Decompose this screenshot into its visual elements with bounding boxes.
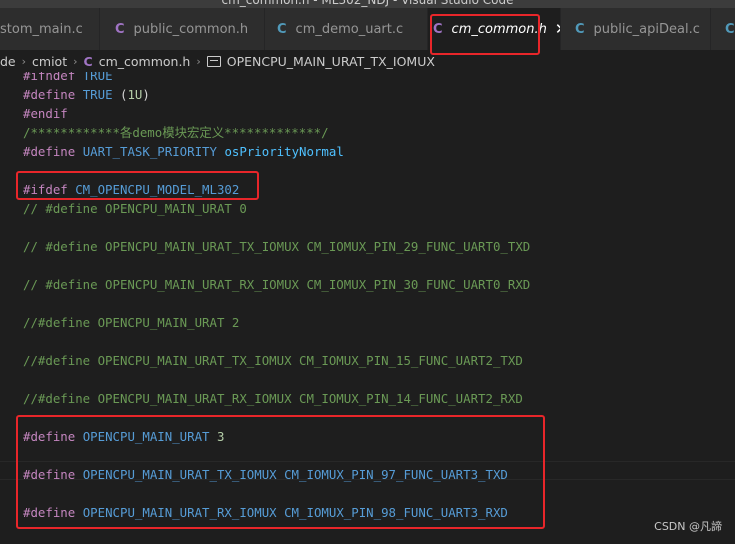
c-file-icon: C	[725, 21, 735, 37]
tab-label: stom_main.c	[0, 21, 83, 37]
tab-overflow[interactable]: C	[711, 8, 735, 50]
tab-public-common[interactable]: C public_common.h	[100, 8, 265, 50]
code-line: /************各demo模块宏定义*************/	[23, 123, 329, 142]
code-token: //#define OPENCPU_MAIN_URAT_RX_IOMUX CM_…	[23, 391, 523, 406]
breadcrumb-item-cmiot[interactable]: cmiot	[32, 54, 67, 69]
code-token: UART_TASK_PRIORITY	[82, 144, 225, 159]
constant-symbol-icon	[206, 55, 221, 67]
c-file-icon: C	[277, 21, 287, 37]
code-token: // #define OPENCPU_MAIN_URAT 0	[23, 201, 247, 216]
code-token: )	[142, 87, 150, 102]
code-token: // #define OPENCPU_MAIN_URAT_TX_IOMUX CM…	[23, 239, 531, 254]
tab-label: cm_demo_uart.c	[295, 21, 404, 37]
chevron-right-icon: ›	[196, 54, 201, 68]
window-title: cm_common.h - ML302_NDJ - Visual Studio …	[221, 0, 514, 7]
code-token: #ifndef	[23, 72, 83, 83]
tab-cm-demo-uart[interactable]: C cm_demo_uart.c	[265, 8, 428, 50]
code-line: //#define OPENCPU_MAIN_URAT_RX_IOMUX CM_…	[23, 389, 523, 408]
tab-label: public_apiDeal.c	[593, 21, 700, 37]
code-line: #ifndef TRUE	[23, 72, 113, 85]
code-editor[interactable]: #ifndef TRUE #define TRUE (1U) #endif/****…	[0, 72, 735, 544]
code-token: TRUE	[82, 72, 113, 83]
code-token: //#define OPENCPU_MAIN_URAT_TX_IOMUX CM_…	[23, 353, 523, 368]
code-line: //#define OPENCPU_MAIN_URAT_TX_IOMUX CM_…	[23, 351, 523, 370]
watermark: CSDN @凡諦	[654, 520, 722, 533]
c-file-icon: C	[83, 53, 93, 69]
code-line: // #define OPENCPU_MAIN_URAT 0	[23, 199, 247, 218]
breadcrumb-item-symbol[interactable]: OPENCPU_MAIN_URAT_TX_IOMUX	[227, 54, 435, 69]
chevron-right-icon: ›	[21, 54, 27, 68]
code-token: TRUE	[82, 87, 113, 102]
highlight-box-defines	[16, 415, 545, 529]
code-token: // #define OPENCPU_MAIN_URAT_RX_IOMUX CM…	[23, 277, 531, 292]
c-file-icon: C	[115, 21, 125, 37]
highlight-box-ifdef	[16, 171, 259, 200]
code-token: #endif	[23, 106, 68, 121]
tab-label: public_common.h	[133, 21, 249, 37]
code-token: osPriorityNormal	[224, 144, 344, 159]
tab-public-apideal[interactable]: C public_apiDeal.c	[561, 8, 711, 50]
code-token: (	[112, 87, 128, 102]
tab-stom-main[interactable]: stom_main.c	[0, 8, 100, 50]
code-line: #define UART_TASK_PRIORITY osPriorityNor…	[23, 142, 344, 161]
title-bar: cm_common.h - ML302_NDJ - Visual Studio …	[0, 0, 735, 8]
code-line: // #define OPENCPU_MAIN_URAT_RX_IOMUX CM…	[23, 275, 530, 294]
chevron-right-icon: ›	[73, 54, 78, 68]
c-file-icon: C	[575, 21, 585, 37]
code-line: // #define OPENCPU_MAIN_URAT_TX_IOMUX CM…	[23, 237, 530, 256]
code-token: 1U	[127, 87, 143, 102]
code-line: #define TRUE (1U)	[23, 85, 150, 104]
breadcrumb-item-folder[interactable]: de	[0, 54, 16, 69]
code-token: //#define OPENCPU_MAIN_URAT 2	[23, 315, 240, 330]
breadcrumb-item-file[interactable]: cm_common.h	[99, 54, 191, 69]
tab-bar: stom_main.c C public_common.h C cm_demo_…	[0, 8, 735, 50]
code-token: #define	[23, 144, 83, 159]
code-token: /************各demo模块宏定义*************/	[23, 125, 329, 140]
code-token: #define	[23, 87, 83, 102]
code-line: //#define OPENCPU_MAIN_URAT 2	[23, 313, 239, 332]
breadcrumb: de › cmiot › C cm_common.h › OPENCPU_MAI…	[0, 50, 735, 72]
highlight-box-active-tab	[430, 14, 540, 55]
code-line: #endif	[23, 104, 68, 123]
